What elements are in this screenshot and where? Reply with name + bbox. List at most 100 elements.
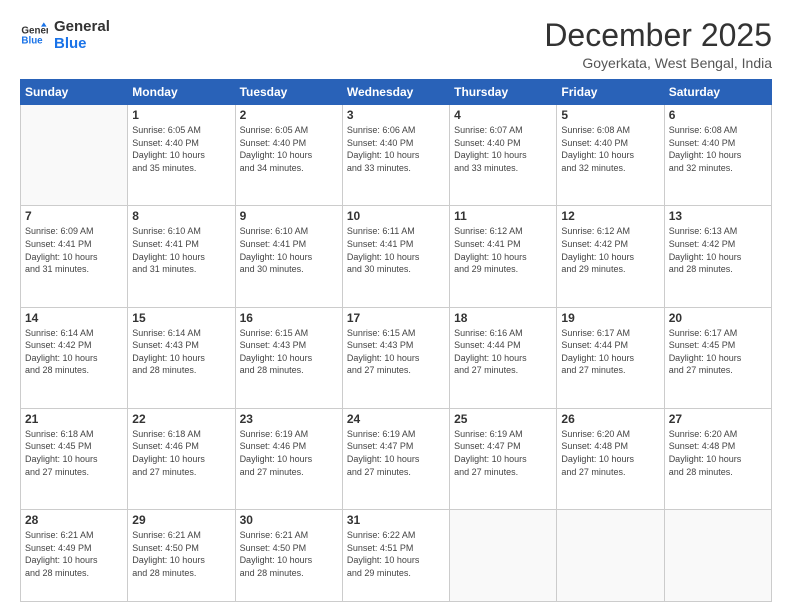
table-cell: 22Sunrise: 6:18 AM Sunset: 4:46 PM Dayli…	[128, 408, 235, 509]
day-info: Sunrise: 6:14 AM Sunset: 4:43 PM Dayligh…	[132, 327, 230, 377]
table-cell: 16 Sunrise: 6:15 AM Sunset: 4:43 PM Dayli…	[235, 307, 342, 408]
table-cell: 13 Sunrise: 6:13 AM Sunset: 4:42 PM Dayli…	[664, 206, 771, 307]
day-number: 11	[454, 209, 552, 223]
day-number: 27	[669, 412, 767, 426]
location: Goyerkata, West Bengal, India	[544, 55, 772, 71]
day-info: Sunrise: 6:10 AM Sunset: 4:41 PM Dayligh…	[240, 225, 338, 275]
table-cell	[21, 105, 128, 206]
svg-text:Blue: Blue	[21, 36, 43, 47]
logo: General Blue General Blue	[20, 18, 110, 53]
table-cell: 7 Sunrise: 6:09 AM Sunset: 4:41 PM Daylig…	[21, 206, 128, 307]
day-info: Sunrise: 6:14 AM Sunset: 4:42 PM Dayligh…	[25, 327, 123, 377]
table-cell: 1Sunrise: 6:05 AM Sunset: 4:40 PM Daylig…	[128, 105, 235, 206]
day-number: 20	[669, 311, 767, 325]
header-saturday: Saturday	[664, 80, 771, 105]
week-row-4: 21 Sunrise: 6:18 AM Sunset: 4:45 PM Dayli…	[21, 408, 772, 509]
day-number: 7	[25, 209, 123, 223]
day-info: Sunrise: 6:18 AM Sunset: 4:45 PM Dayligh…	[25, 428, 123, 478]
table-cell: 6 Sunrise: 6:08 AM Sunset: 4:40 PM Daylig…	[664, 105, 771, 206]
day-number: 4	[454, 108, 552, 122]
logo-line1: General	[54, 18, 110, 35]
table-cell: 4 Sunrise: 6:07 AM Sunset: 4:40 PM Daylig…	[450, 105, 557, 206]
day-number: 16	[240, 311, 338, 325]
day-number: 1	[132, 108, 230, 122]
table-cell: 19Sunrise: 6:17 AM Sunset: 4:44 PM Dayli…	[557, 307, 664, 408]
day-number: 9	[240, 209, 338, 223]
table-cell: 14 Sunrise: 6:14 AM Sunset: 4:42 PM Dayli…	[21, 307, 128, 408]
day-number: 6	[669, 108, 767, 122]
table-cell: 5 Sunrise: 6:08 AM Sunset: 4:40 PM Daylig…	[557, 105, 664, 206]
day-info: Sunrise: 6:19 AM Sunset: 4:46 PM Dayligh…	[240, 428, 338, 478]
day-info: Sunrise: 6:08 AM Sunset: 4:40 PM Dayligh…	[669, 124, 767, 174]
month-title: December 2025	[544, 18, 772, 53]
day-info: Sunrise: 6:21 AM Sunset: 4:49 PM Dayligh…	[25, 529, 123, 579]
calendar-table: Sunday Monday Tuesday Wednesday Thursday…	[20, 79, 772, 602]
table-cell	[450, 510, 557, 602]
table-cell: 15 Sunrise: 6:14 AM Sunset: 4:43 PM Dayli…	[128, 307, 235, 408]
table-cell: 12Sunrise: 6:12 AM Sunset: 4:42 PM Dayli…	[557, 206, 664, 307]
week-row-3: 14 Sunrise: 6:14 AM Sunset: 4:42 PM Dayli…	[21, 307, 772, 408]
day-number: 24	[347, 412, 445, 426]
table-cell: 29Sunrise: 6:21 AM Sunset: 4:50 PM Dayli…	[128, 510, 235, 602]
day-number: 5	[561, 108, 659, 122]
day-info: Sunrise: 6:15 AM Sunset: 4:43 PM Dayligh…	[240, 327, 338, 377]
header-friday: Friday	[557, 80, 664, 105]
week-row-5: 28 Sunrise: 6:21 AM Sunset: 4:49 PM Dayli…	[21, 510, 772, 602]
day-info: Sunrise: 6:09 AM Sunset: 4:41 PM Dayligh…	[25, 225, 123, 275]
day-number: 2	[240, 108, 338, 122]
header-wednesday: Wednesday	[342, 80, 449, 105]
day-number: 18	[454, 311, 552, 325]
header-monday: Monday	[128, 80, 235, 105]
day-number: 14	[25, 311, 123, 325]
table-cell: 9 Sunrise: 6:10 AM Sunset: 4:41 PM Daylig…	[235, 206, 342, 307]
day-info: Sunrise: 6:11 AM Sunset: 4:41 PM Dayligh…	[347, 225, 445, 275]
day-info: Sunrise: 6:07 AM Sunset: 4:40 PM Dayligh…	[454, 124, 552, 174]
table-cell	[664, 510, 771, 602]
table-cell: 28 Sunrise: 6:21 AM Sunset: 4:49 PM Dayli…	[21, 510, 128, 602]
table-cell: 21 Sunrise: 6:18 AM Sunset: 4:45 PM Dayli…	[21, 408, 128, 509]
day-number: 3	[347, 108, 445, 122]
day-number: 26	[561, 412, 659, 426]
table-cell: 23 Sunrise: 6:19 AM Sunset: 4:46 PM Dayli…	[235, 408, 342, 509]
day-number: 30	[240, 513, 338, 527]
week-row-2: 7 Sunrise: 6:09 AM Sunset: 4:41 PM Daylig…	[21, 206, 772, 307]
logo-icon: General Blue	[20, 21, 48, 49]
table-cell: 26Sunrise: 6:20 AM Sunset: 4:48 PM Dayli…	[557, 408, 664, 509]
day-number: 10	[347, 209, 445, 223]
day-number: 8	[132, 209, 230, 223]
day-info: Sunrise: 6:19 AM Sunset: 4:47 PM Dayligh…	[347, 428, 445, 478]
day-number: 21	[25, 412, 123, 426]
day-info: Sunrise: 6:13 AM Sunset: 4:42 PM Dayligh…	[669, 225, 767, 275]
table-cell: 17Sunrise: 6:15 AM Sunset: 4:43 PM Dayli…	[342, 307, 449, 408]
title-block: December 2025 Goyerkata, West Bengal, In…	[544, 18, 772, 71]
day-info: Sunrise: 6:12 AM Sunset: 4:42 PM Dayligh…	[561, 225, 659, 275]
table-cell: 27Sunrise: 6:20 AM Sunset: 4:48 PM Dayli…	[664, 408, 771, 509]
day-number: 13	[669, 209, 767, 223]
table-cell: 8 Sunrise: 6:10 AM Sunset: 4:41 PM Daylig…	[128, 206, 235, 307]
day-info: Sunrise: 6:18 AM Sunset: 4:46 PM Dayligh…	[132, 428, 230, 478]
table-cell: 24 Sunrise: 6:19 AM Sunset: 4:47 PM Dayli…	[342, 408, 449, 509]
day-number: 31	[347, 513, 445, 527]
table-cell: 30Sunrise: 6:21 AM Sunset: 4:50 PM Dayli…	[235, 510, 342, 602]
weekday-header-row: Sunday Monday Tuesday Wednesday Thursday…	[21, 80, 772, 105]
table-cell	[557, 510, 664, 602]
day-number: 25	[454, 412, 552, 426]
day-number: 15	[132, 311, 230, 325]
day-info: Sunrise: 6:08 AM Sunset: 4:40 PM Dayligh…	[561, 124, 659, 174]
day-number: 23	[240, 412, 338, 426]
day-number: 29	[132, 513, 230, 527]
day-info: Sunrise: 6:06 AM Sunset: 4:40 PM Dayligh…	[347, 124, 445, 174]
table-cell: 10 Sunrise: 6:11 AM Sunset: 4:41 PM Dayli…	[342, 206, 449, 307]
table-cell: 31Sunrise: 6:22 AM Sunset: 4:51 PM Dayli…	[342, 510, 449, 602]
day-info: Sunrise: 6:16 AM Sunset: 4:44 PM Dayligh…	[454, 327, 552, 377]
day-info: Sunrise: 6:19 AM Sunset: 4:47 PM Dayligh…	[454, 428, 552, 478]
day-info: Sunrise: 6:10 AM Sunset: 4:41 PM Dayligh…	[132, 225, 230, 275]
page: General Blue General Blue December 2025 …	[0, 0, 792, 612]
table-cell: 3 Sunrise: 6:06 AM Sunset: 4:40 PM Daylig…	[342, 105, 449, 206]
day-info: Sunrise: 6:17 AM Sunset: 4:44 PM Dayligh…	[561, 327, 659, 377]
week-row-1: 1Sunrise: 6:05 AM Sunset: 4:40 PM Daylig…	[21, 105, 772, 206]
logo-line2: Blue	[54, 35, 110, 52]
table-cell: 18 Sunrise: 6:16 AM Sunset: 4:44 PM Dayli…	[450, 307, 557, 408]
day-number: 28	[25, 513, 123, 527]
day-number: 17	[347, 311, 445, 325]
